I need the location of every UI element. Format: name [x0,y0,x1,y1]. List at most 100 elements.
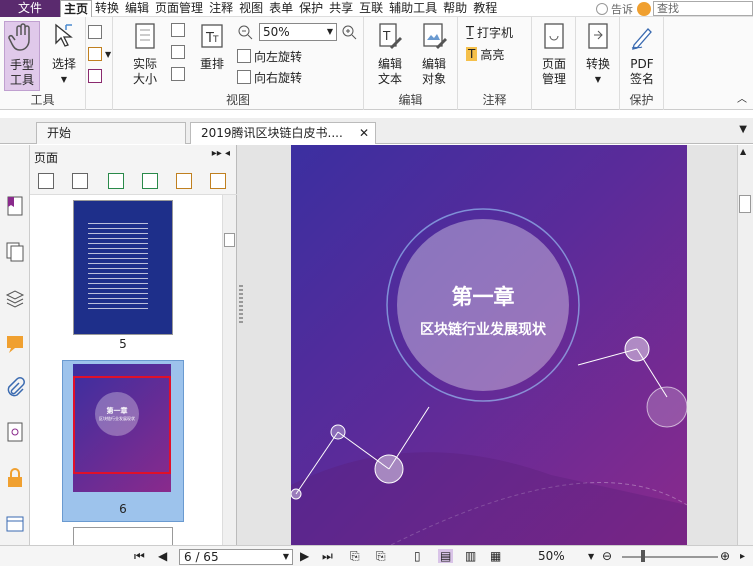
zoom-select[interactable]: 50% ▼ [259,23,337,41]
last-page-icon[interactable]: ⏭ [322,549,333,564]
zoom-level[interactable]: 50% [538,549,565,563]
tab-list-icon[interactable]: ▼ [739,124,747,135]
zoom-out-thumb-icon[interactable] [72,173,88,189]
tell-me-label[interactable]: 告诉 [611,1,633,17]
status-menu-arrow[interactable]: ▸ [740,551,745,562]
menu-tutorial[interactable]: 教程 [470,0,500,17]
menu-view[interactable]: 视图 [236,0,266,17]
facing-page-icon[interactable]: ▥ [465,549,476,563]
zoom-in-status-icon[interactable]: ⊕ [720,549,730,563]
continuous-facing-icon[interactable]: ▦ [490,549,501,563]
menu-page-manage[interactable]: 页面管理 [152,0,206,17]
menu-help[interactable]: 帮助 [440,0,470,17]
close-tab-icon[interactable]: ✕ [359,123,369,143]
lightbulb-icon[interactable] [596,2,608,15]
hand-tool-button[interactable]: 手型 工具 [4,21,40,91]
document-scroll-thumb[interactable] [739,195,751,213]
typewriter-button[interactable]: T̲ 打字机 [466,23,513,41]
page-thumbnail-6[interactable]: 第一章 区块链行业发展现状 [73,364,171,492]
fit-visible-button[interactable] [171,65,188,83]
extract-page-icon[interactable] [142,173,158,189]
menu-protect[interactable]: 保护 [296,0,326,17]
page-manage-button[interactable]: 页面 管理 [536,21,572,87]
zoom-out-button[interactable] [237,23,253,41]
menu-connect[interactable]: 互联 [356,0,386,17]
pdf-sign-button[interactable]: PDF 签名 [624,21,660,87]
menu-comment[interactable]: 注释 [206,0,236,17]
rotate-right-button[interactable]: 向右旋转 [237,68,302,86]
actual-size-button[interactable]: 实际 大小 [127,21,163,87]
zoom-in-button[interactable] [341,23,357,41]
previous-view-icon[interactable]: ⎘ [350,549,360,564]
scroll-up-arrow[interactable]: ▲ [740,147,746,156]
highlight-button[interactable]: T 高亮 [466,45,504,63]
page-number-value: 6 / 65 [184,550,219,564]
thumbnail-scrollbar[interactable] [222,195,236,545]
page-manage-label: 页面 管理 [541,57,566,86]
zoom-out-status-icon[interactable]: ⊖ [602,549,612,563]
menu-convert[interactable]: 转换 [92,0,122,17]
previous-page-icon[interactable]: ◀ [158,549,167,563]
menu-accessibility[interactable]: 辅助工具 [386,0,440,17]
forms-panel-icon[interactable] [5,513,25,535]
feedback-icon[interactable] [637,1,651,16]
bookmark-button[interactable] [88,67,105,85]
zoom-slider[interactable] [622,556,718,558]
tab-document[interactable]: 2019腾讯区块链白皮书.... ✕ [190,122,376,144]
zoom-in-thumb-icon[interactable] [38,173,54,189]
search-input[interactable]: 查找 [653,1,753,16]
rotate-left-button[interactable]: 向左旋转 [237,47,302,65]
pages-panel: 页面 ▸▸ ◂ 5 第一章 区块链行业发展现状 6 [30,145,237,547]
menu-share[interactable]: 共享 [326,0,356,17]
menu-file[interactable]: 文件 [0,0,60,17]
menu-form[interactable]: 表单 [266,0,296,17]
thumbnail-scroll-thumb[interactable] [224,233,235,247]
pages-panel-icon[interactable] [5,241,25,263]
bookmark-panel-icon[interactable] [5,195,25,217]
menu-edit[interactable]: 编辑 [122,0,152,17]
next-view-icon[interactable]: ⎘ [376,549,386,564]
svg-text:T: T [382,29,391,43]
panel-expand-icon[interactable]: ▸▸ ◂ [212,148,230,159]
select-tool-button[interactable]: 选择 ▼ [46,21,82,87]
fit-width-button[interactable] [171,43,188,61]
clipboard-icon [88,47,102,61]
attachments-panel-icon[interactable] [5,377,25,399]
first-page-icon[interactable]: ⏮ [134,549,145,564]
group-protect: PDF 签名 保护 [620,17,664,110]
insert-page-icon[interactable] [108,173,124,189]
menu-home[interactable]: 主页 [60,0,93,17]
next-page-icon[interactable]: ▶ [300,549,309,563]
delete-page-icon[interactable] [210,173,226,189]
clipboard-button[interactable]: ▼ [88,45,111,63]
comments-panel-icon[interactable] [5,333,25,355]
zoom-slider-handle[interactable] [641,550,645,562]
edit-object-button[interactable]: 编辑 对象 [414,21,454,87]
ribbon: 手型 工具 选择 ▼ ▼ 工具 实际 大小 TT 重排 50% ▼ 向左旋转 向右… [0,17,753,110]
security-lock-icon[interactable] [5,467,25,489]
document-scrollbar[interactable]: ▲ [737,145,753,545]
signature-panel-icon[interactable] [5,421,25,443]
chapter-title: 第一章 [451,285,515,309]
edit-object-icon [423,23,447,49]
layers-panel-icon[interactable] [5,287,25,309]
page-thumbnail-5[interactable] [73,200,173,335]
fit-width-icon [171,45,185,59]
page-thumbnail-7[interactable] [73,527,173,547]
tab-start[interactable]: 开始 [36,122,186,144]
single-page-icon[interactable]: ▯ [414,549,421,563]
collapse-ribbon-icon[interactable]: ︿ [737,90,747,105]
panel-splitter-grip[interactable] [239,285,243,325]
svg-text:T: T [212,35,219,45]
navigation-strip [0,145,30,545]
edit-text-icon: T [379,23,402,49]
zoom-level-dropdown-arrow[interactable]: ▼ [588,552,594,561]
convert-button[interactable]: 转换 ▼ [580,21,616,87]
page-number-input[interactable]: 6 / 65 ▼ [179,549,293,565]
edit-text-button[interactable]: T 编辑 文本 [372,21,408,87]
add-page-icon[interactable] [176,173,192,189]
snapshot-button[interactable] [88,23,105,41]
reflow-button[interactable]: TT 重排 [195,21,229,72]
fit-page-button[interactable] [171,21,188,39]
continuous-page-icon[interactable]: ▤ [438,549,454,563]
